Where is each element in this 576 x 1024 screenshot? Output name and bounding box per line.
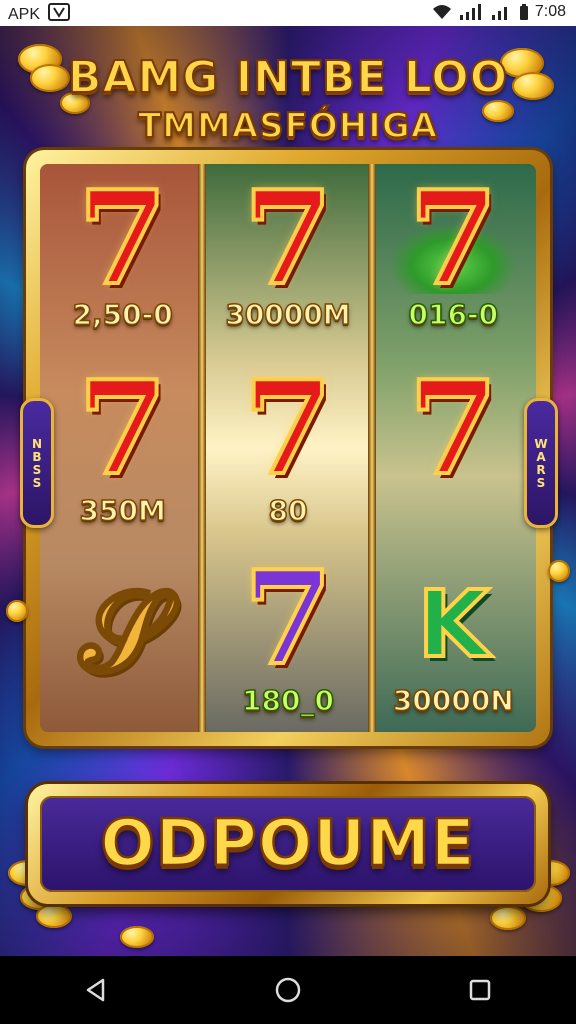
reel-1-cell-3: 𝓢 xyxy=(40,544,205,732)
prize-label: 30000N xyxy=(392,683,514,718)
recents-square-icon xyxy=(469,979,491,1001)
carrier-label: APK xyxy=(8,5,41,23)
seven-symbol: 7 xyxy=(76,164,169,314)
reel-1-cell-2: 7 350M xyxy=(40,354,205,544)
seven-symbol: 7 xyxy=(407,354,500,504)
home-button[interactable] xyxy=(258,960,318,1020)
battery-icon xyxy=(519,3,529,21)
left-side-badge[interactable]: NBSS xyxy=(20,398,54,528)
prize-label: 30000M xyxy=(225,297,352,332)
coin-icon xyxy=(6,600,28,622)
reel-1-cell-1: 7 2,50-0 xyxy=(40,164,205,354)
coin-icon xyxy=(548,560,570,582)
navigation-bar xyxy=(0,956,576,1024)
back-button[interactable] xyxy=(66,960,126,1020)
status-bar: APK 7:08 xyxy=(0,0,576,26)
game-subtitle: TMMASFÓHIGA xyxy=(137,105,439,147)
reel-2-cell-2: 7 80 xyxy=(205,354,370,544)
reel-2-cell-3: 7 180_0 xyxy=(205,544,370,732)
seven-symbol: 7 xyxy=(241,354,334,504)
spin-button-face: ODPOUME xyxy=(40,796,536,892)
reel-divider xyxy=(198,164,206,732)
reel-3-cell-1: 7 016-0 xyxy=(371,164,536,354)
seven-symbol: 7 xyxy=(407,164,500,314)
home-circle-icon xyxy=(275,977,301,1003)
game-title: BAMG INTBE LOO xyxy=(67,51,509,104)
prize-label: 016-0 xyxy=(408,297,499,332)
dragon-symbol-icon: 𝓢 xyxy=(79,567,167,696)
coin-icon xyxy=(490,906,526,930)
wifi-icon xyxy=(431,3,453,21)
reel-2: 7 30000M 7 80 7 180_0 xyxy=(205,164,371,732)
seven-symbol: 7 xyxy=(241,164,334,314)
spin-button[interactable]: ODPOUME xyxy=(28,784,548,904)
back-triangle-icon xyxy=(86,978,105,1002)
reel-window: 7 2,50-0 7 350M 𝓢 7 30000M 7 80 7 180_0 xyxy=(40,164,536,732)
reel-3: 7 016-0 7 K 30000N xyxy=(370,164,536,732)
signal-icon xyxy=(459,3,485,21)
reel-3-cell-3: K 30000N xyxy=(371,544,536,732)
prize-label: 350M xyxy=(79,493,167,528)
seven-symbol: 7 xyxy=(241,544,334,694)
app-notification-icon xyxy=(48,3,71,26)
reel-1: 7 2,50-0 7 350M 𝓢 xyxy=(40,164,206,732)
k-symbol: K xyxy=(416,569,491,680)
prize-label: 180_0 xyxy=(241,683,334,718)
prize-label: 2,50-0 xyxy=(72,297,174,332)
prize-label: 80 xyxy=(268,493,308,528)
signal-icon-2 xyxy=(491,3,513,21)
right-side-badge[interactable]: WARS xyxy=(524,398,558,528)
reel-frame: 7 2,50-0 7 350M 𝓢 7 30000M 7 80 7 180_0 xyxy=(26,150,550,746)
reel-divider xyxy=(368,164,376,732)
clock: 7:08 xyxy=(534,3,566,20)
reel-2-cell-1: 7 30000M xyxy=(205,164,370,354)
recents-button[interactable] xyxy=(450,960,510,1020)
seven-symbol: 7 xyxy=(76,354,169,504)
coin-icon xyxy=(120,926,154,948)
reel-3-cell-2: 7 xyxy=(371,354,536,544)
coin-icon xyxy=(36,904,72,928)
spin-button-label: ODPOUME xyxy=(99,806,476,883)
